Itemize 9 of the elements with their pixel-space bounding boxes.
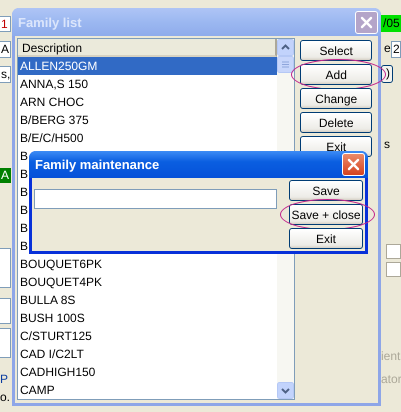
value-field: 1	[0, 16, 11, 32]
window-title: Family list	[18, 14, 82, 30]
dialog-title: Family maintenance	[35, 157, 160, 172]
field-label: o.	[0, 390, 12, 406]
field-label: ient	[381, 349, 400, 365]
field-label: e	[384, 41, 391, 57]
field-label: s	[384, 137, 390, 153]
value-field: /05	[381, 15, 401, 32]
status-label: A	[0, 168, 11, 183]
